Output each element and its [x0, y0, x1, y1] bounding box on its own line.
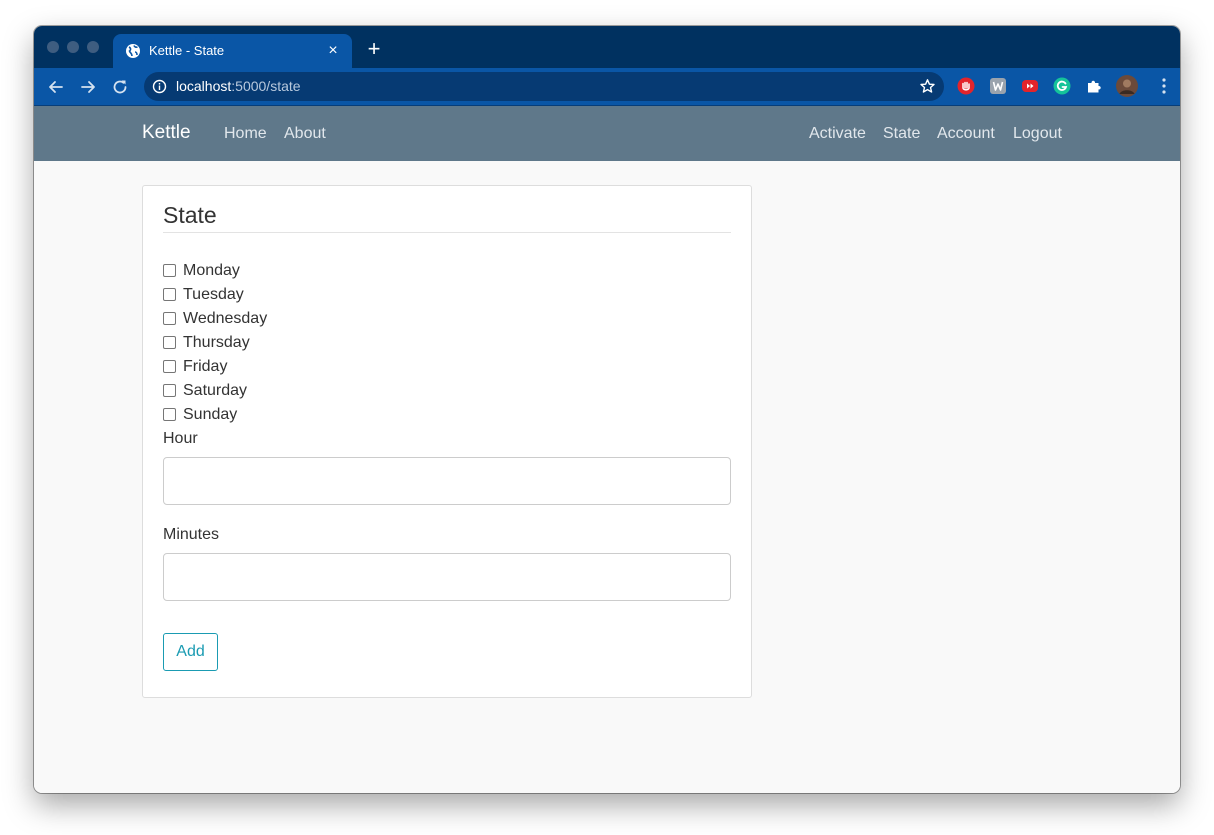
tuesday-checkbox[interactable] [163, 288, 176, 301]
url-host: localhost [176, 78, 232, 94]
title-divider [163, 232, 731, 233]
thursday-checkbox[interactable] [163, 336, 176, 349]
tab-title: Kettle - State [149, 43, 225, 58]
wednesday-checkbox[interactable] [163, 312, 176, 325]
globe-icon [126, 44, 140, 58]
friday-label: Friday [183, 358, 228, 375]
w-extension-icon[interactable] [989, 77, 1007, 95]
minutes-label: Minutes [163, 526, 220, 543]
hour-label: Hour [163, 430, 198, 447]
form-title: State [163, 202, 217, 228]
sunday-checkbox[interactable] [163, 408, 176, 421]
address-url: localhost:5000/state [176, 78, 301, 95]
tab-strip: Kettle - State × + [34, 26, 1180, 68]
maximize-window-button[interactable] [87, 41, 99, 53]
sunday-label: Sunday [183, 406, 238, 423]
nav-link-about[interactable]: About [284, 124, 326, 143]
nav-link-logout[interactable]: Logout [1013, 124, 1062, 143]
saturday-checkbox[interactable] [163, 384, 176, 397]
info-icon[interactable] [152, 79, 167, 94]
brand-link[interactable]: Kettle [142, 122, 191, 144]
monday-checkbox[interactable] [163, 264, 176, 277]
hour-input[interactable] [163, 457, 731, 505]
video-extension-icon[interactable] [1021, 77, 1039, 95]
state-form-card: State Monday Tuesday Wednesday Thursday … [142, 185, 752, 698]
nav-link-account[interactable]: Account [937, 124, 995, 143]
back-arrow-icon[interactable] [45, 76, 67, 98]
hand-stop-icon[interactable] [957, 77, 975, 95]
nav-link-state[interactable]: State [883, 124, 920, 143]
saturday-label: Saturday [183, 382, 248, 399]
browser-window: Kettle - State × + localhost:5000/state [34, 26, 1180, 793]
friday-checkbox[interactable] [163, 360, 176, 373]
address-bar[interactable]: localhost:5000/state [144, 72, 944, 101]
forward-arrow-icon[interactable] [77, 76, 99, 98]
tuesday-label: Tuesday [183, 286, 244, 303]
tab-close-icon[interactable]: × [324, 42, 342, 60]
monday-label: Monday [183, 262, 240, 279]
puzzle-icon[interactable] [1085, 77, 1103, 95]
nav-link-home[interactable]: Home [224, 124, 267, 143]
nav-link-activate[interactable]: Activate [809, 124, 866, 143]
browser-tab-active[interactable]: Kettle - State × [113, 34, 352, 68]
wednesday-label: Wednesday [183, 310, 268, 327]
minimize-window-button[interactable] [67, 41, 79, 53]
reload-icon[interactable] [109, 76, 131, 98]
browser-toolbar: localhost:5000/state [34, 68, 1180, 106]
avatar-icon[interactable] [1116, 75, 1138, 97]
grammarly-icon[interactable] [1053, 77, 1071, 95]
bookmark-star-icon[interactable] [919, 78, 936, 95]
minutes-input[interactable] [163, 553, 731, 601]
page-content: Kettle Home About Activate State Account… [34, 106, 1180, 793]
thursday-label: Thursday [183, 334, 250, 351]
close-window-button[interactable] [47, 41, 59, 53]
new-tab-button[interactable]: + [364, 38, 384, 60]
site-navbar: Kettle Home About Activate State Account… [34, 106, 1180, 161]
more-menu-icon[interactable] [1162, 78, 1166, 94]
add-button[interactable]: Add [163, 633, 218, 671]
url-path: :5000/state [231, 78, 301, 94]
